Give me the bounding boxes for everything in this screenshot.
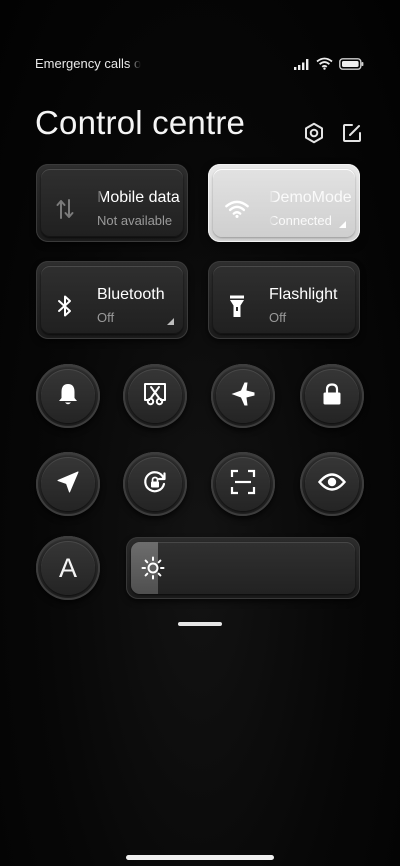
auto-brightness-toggle[interactable]: A bbox=[36, 536, 100, 600]
settings-icon[interactable] bbox=[301, 120, 327, 146]
bell-icon bbox=[57, 382, 79, 411]
mobile-data-icon bbox=[53, 197, 77, 221]
expand-corner-icon[interactable] bbox=[167, 318, 174, 325]
battery-icon bbox=[339, 57, 364, 75]
reading-mode-toggle[interactable] bbox=[300, 452, 364, 516]
flashlight-icon bbox=[225, 294, 249, 318]
mobile-data-status: Not available bbox=[97, 213, 173, 228]
edit-icon[interactable] bbox=[339, 120, 365, 146]
wifi-tile[interactable]: DemoMode Connected bbox=[208, 164, 360, 242]
wifi-status: Connected bbox=[269, 213, 332, 228]
mute-toggle[interactable] bbox=[36, 364, 100, 428]
lock-screen-toggle[interactable] bbox=[300, 364, 364, 428]
flashlight-label: Flashlight bbox=[269, 286, 338, 303]
wifi-icon bbox=[225, 197, 249, 221]
screenshot-toggle[interactable] bbox=[123, 364, 187, 428]
brightness-slider[interactable] bbox=[126, 537, 360, 599]
airplane-icon bbox=[230, 381, 256, 412]
rotation-lock-toggle[interactable] bbox=[123, 452, 187, 516]
flashlight-status: Off bbox=[269, 310, 287, 325]
mobile-data-tile[interactable]: Mobile data Not available bbox=[36, 164, 188, 242]
eye-icon bbox=[317, 472, 347, 497]
screenshot-icon bbox=[142, 381, 168, 412]
status-icons bbox=[294, 57, 364, 75]
location-toggle[interactable] bbox=[36, 452, 100, 516]
scan-icon bbox=[230, 469, 256, 500]
location-icon bbox=[57, 471, 79, 498]
wifi-icon bbox=[316, 57, 333, 75]
sun-icon bbox=[141, 556, 165, 580]
expand-corner-icon[interactable] bbox=[339, 221, 346, 228]
page-title: Control centre bbox=[35, 104, 246, 141]
flashlight-tile[interactable]: Flashlight Off bbox=[208, 261, 360, 339]
mobile-data-label: Mobile data bbox=[97, 189, 180, 206]
scanner-toggle[interactable] bbox=[211, 452, 275, 516]
bluetooth-icon bbox=[53, 294, 77, 318]
carrier-status-text: Emergency calls o bbox=[35, 56, 141, 71]
wifi-network-label: DemoMode bbox=[269, 189, 352, 206]
airplane-mode-toggle[interactable] bbox=[211, 364, 275, 428]
bluetooth-tile[interactable]: Bluetooth Off bbox=[36, 261, 188, 339]
bluetooth-status: Off bbox=[97, 310, 115, 325]
home-indicator[interactable] bbox=[126, 855, 274, 860]
rotation-lock-icon bbox=[142, 469, 168, 500]
drag-handle[interactable] bbox=[178, 622, 222, 626]
letter-a-icon: A bbox=[58, 552, 77, 583]
lock-icon bbox=[321, 382, 343, 411]
signal-icon bbox=[294, 57, 310, 75]
bluetooth-label: Bluetooth bbox=[97, 286, 165, 303]
status-bar: Emergency calls o bbox=[0, 52, 400, 76]
